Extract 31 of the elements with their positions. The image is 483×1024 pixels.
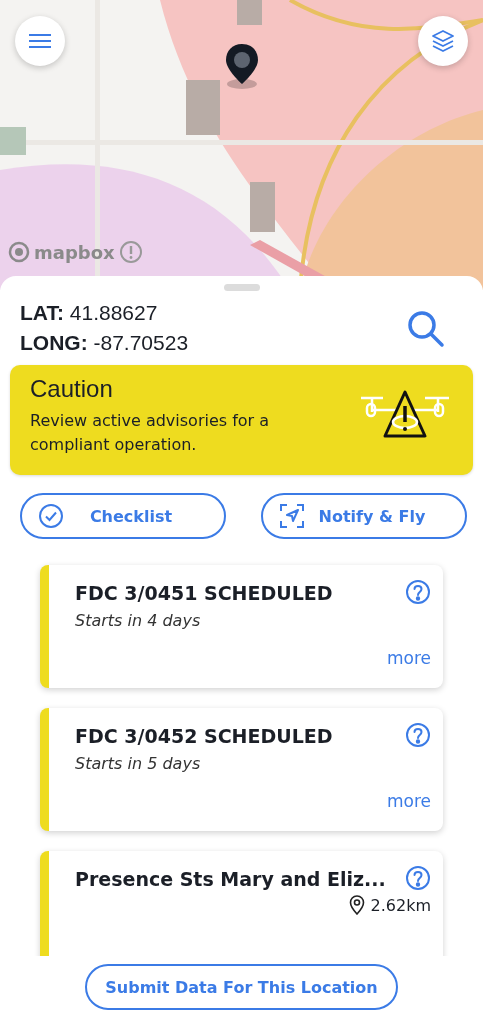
map-attribution: mapbox — [34, 241, 115, 263]
advisory-card[interactable]: FDC 3/0451 SCHEDULED Starts in 4 days more — [40, 565, 443, 688]
navigation-frame-icon — [279, 503, 305, 529]
more-link[interactable]: more — [386, 791, 431, 811]
advisory-title: Presence Sts Mary and Eliz... — [75, 867, 386, 890]
advisory-start-time: Starts in 5 days — [75, 754, 202, 773]
caution-message: Review active advisories for a compliant operation. — [30, 410, 271, 456]
advisory-title: FDC 3/0451 SCHEDULED — [75, 581, 333, 604]
map-pin-icon — [224, 42, 260, 90]
help-icon[interactable] — [405, 579, 431, 605]
help-icon[interactable] — [405, 722, 431, 748]
advisory-title: FDC 3/0452 SCHEDULED — [75, 724, 333, 747]
layers-icon — [431, 29, 455, 53]
search-icon[interactable] — [405, 308, 445, 348]
location-pin-icon — [348, 895, 365, 915]
drag-handle[interactable] — [223, 284, 260, 291]
menu-icon — [28, 33, 52, 49]
longitude-text: LONG: -87.70523 — [20, 331, 189, 355]
advisory-card[interactable]: FDC 3/0452 SCHEDULED Starts in 5 days more — [40, 708, 443, 831]
submit-data-button[interactable]: Submit Data For This Location — [85, 964, 398, 1010]
checklist-button[interactable]: Checklist — [20, 493, 226, 539]
help-icon[interactable] — [405, 865, 431, 891]
mapbox-logo-icon — [8, 241, 30, 263]
caution-title: Caution — [30, 375, 114, 403]
advisory-start-time: Starts in 4 days — [75, 611, 202, 630]
advisory-card[interactable]: Presence Sts Mary and Eliz... 2.62km — [40, 851, 443, 956]
notify-button[interactable]: Notify & Fly — [261, 493, 467, 539]
latitude-text: LAT: 41.88627 — [20, 301, 159, 325]
check-circle-icon — [38, 503, 64, 529]
distance-text: 2.62km — [370, 895, 431, 915]
more-link[interactable]: more — [386, 648, 431, 668]
